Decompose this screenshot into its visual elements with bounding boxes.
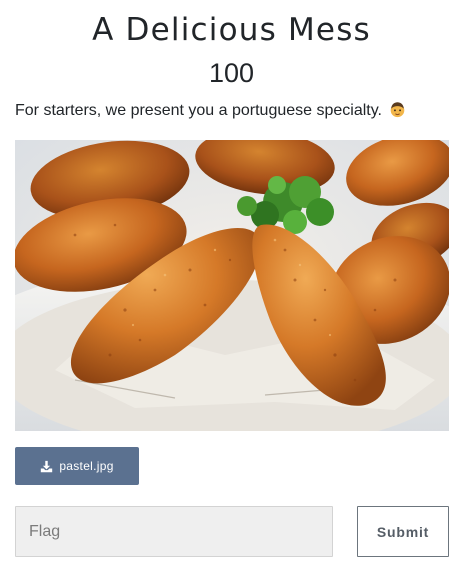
man-face-emoji-icon <box>391 102 405 118</box>
flag-input[interactable] <box>15 506 333 557</box>
challenge-description: For starters, we present you a portugues… <box>15 100 455 122</box>
codfish-cakes-photo <box>15 140 449 431</box>
challenge-image <box>15 140 449 431</box>
download-file-button[interactable]: pastel.jpg <box>15 447 139 485</box>
download-file-label: pastel.jpg <box>59 459 114 473</box>
challenge-title: A Delicious Mess <box>92 12 371 48</box>
submit-button[interactable]: Submit <box>357 506 449 557</box>
download-icon <box>41 460 53 472</box>
challenge-points: 100 <box>208 58 255 88</box>
description-text: For starters, we present you a portugues… <box>15 102 382 119</box>
